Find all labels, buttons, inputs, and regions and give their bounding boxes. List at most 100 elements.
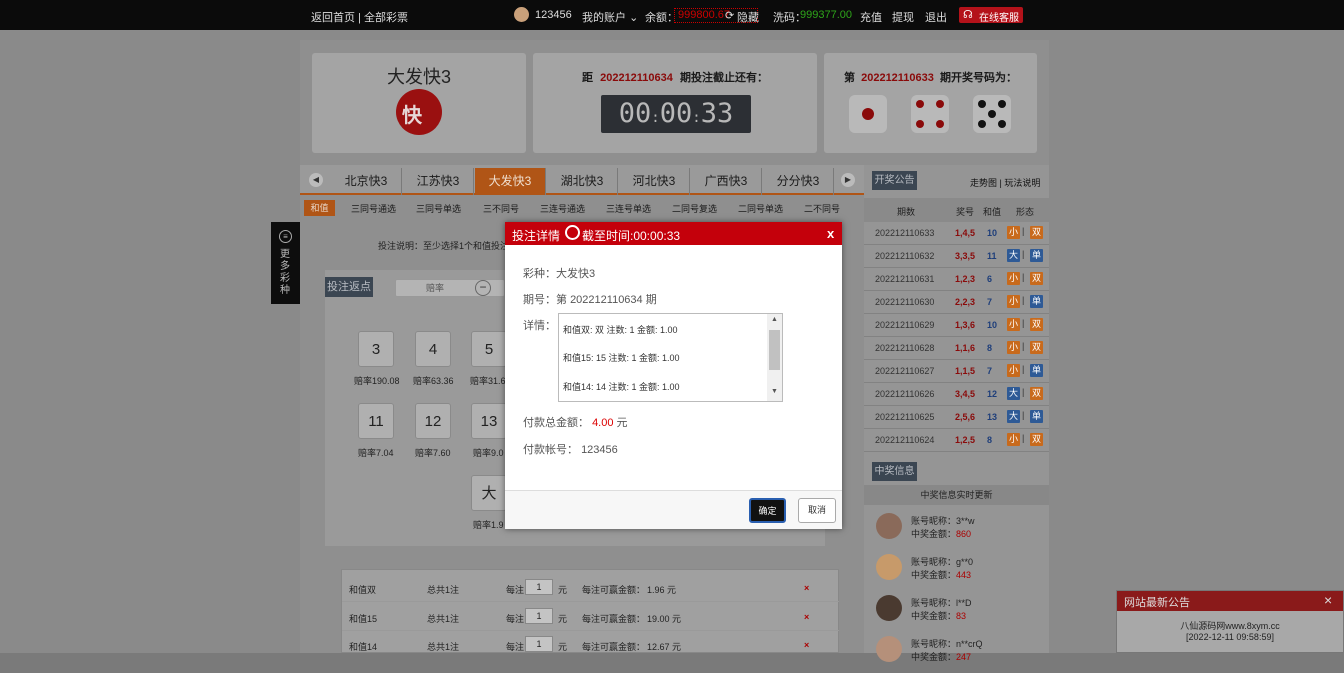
scroll-thumb[interactable] bbox=[769, 330, 780, 370]
timer-minutes: 00 bbox=[659, 98, 693, 129]
close-icon[interactable]: x bbox=[827, 226, 834, 241]
more-lotteries-tab[interactable]: ≡ 更多彩种 bbox=[271, 222, 300, 304]
my-account-label: 我的账户 bbox=[582, 12, 626, 24]
minus-icon[interactable]: − bbox=[475, 280, 491, 296]
subtab-sum[interactable]: 和值 bbox=[304, 200, 335, 216]
logout-link[interactable]: 退出 bbox=[925, 9, 947, 25]
bet-amount-input[interactable]: 1 bbox=[525, 579, 553, 595]
notice-line2: [2022-12-11 09:58:59] bbox=[1186, 632, 1274, 642]
number-12-odds: 赔率7.60 bbox=[415, 448, 451, 458]
subtab-pair-multi[interactable]: 二同号复选 bbox=[672, 202, 717, 215]
history-sum: 7 bbox=[987, 297, 993, 307]
tab-beijing[interactable]: 北京快3 bbox=[331, 168, 402, 195]
announcement-button[interactable]: 开奖公告 bbox=[872, 171, 917, 190]
number-13-button[interactable]: 13 bbox=[471, 403, 507, 439]
bet-row: 和值15 总共1注 每注 1 元 每注可赢金额： 19.00 元 × bbox=[342, 603, 839, 631]
bet-per-label: 每注 bbox=[506, 642, 525, 652]
amount-label: 中奖金额： bbox=[911, 652, 957, 662]
history-size-badge: 小 bbox=[1007, 364, 1020, 377]
top-bar: 返回首页 | 全部彩票 123456 我的账户 ⌄ 余额： 999800.67 … bbox=[0, 0, 1344, 30]
detail-item: 和值双: 双 注数: 1 金额: 1.00 bbox=[563, 325, 678, 335]
confirm-button[interactable]: 确定 bbox=[749, 498, 786, 523]
history-row: 202212110629 1,3,6 10 小 | 双 bbox=[864, 314, 1049, 337]
winners-subtitle: 中奖信息实时更新 bbox=[864, 485, 1049, 505]
history-period: 202212110627 bbox=[875, 366, 935, 376]
subtab-two-diff[interactable]: 二不同号 bbox=[804, 202, 840, 215]
more-lotteries-label: 更多彩种 bbox=[280, 249, 290, 296]
withdraw-link[interactable]: 提现 bbox=[892, 9, 914, 25]
bet-amount-input[interactable]: 1 bbox=[525, 608, 553, 624]
scrollbar[interactable]: ▲ ▼ bbox=[767, 314, 782, 401]
bet-win-label: 每注可赢金额： bbox=[582, 614, 646, 624]
col-period: 期数 bbox=[897, 207, 916, 217]
delete-icon[interactable]: × bbox=[804, 640, 809, 650]
history-size-badge: 大 bbox=[1007, 410, 1020, 423]
tabs-prev-icon[interactable]: ◀ bbox=[309, 173, 323, 187]
total-row: 付款总金额： 4.00 元 bbox=[523, 414, 628, 430]
subtab-straight-single[interactable]: 三连号单选 bbox=[606, 202, 651, 215]
number-11-button[interactable]: 11 bbox=[358, 403, 394, 439]
delete-icon[interactable]: × bbox=[804, 612, 809, 622]
winners-title: 中奖信息 bbox=[872, 462, 917, 481]
history-numbers: 3,4,5 bbox=[955, 389, 976, 399]
rebate-label: 投注返点 bbox=[325, 277, 373, 297]
flow-value: 999377.00 bbox=[800, 9, 852, 21]
chevron-down-icon: ⌄ bbox=[629, 12, 639, 24]
tabs-next-icon[interactable]: ▶ bbox=[841, 173, 855, 187]
tab-fenfen[interactable]: 分分快3 bbox=[763, 168, 834, 195]
number-12-button[interactable]: 12 bbox=[415, 403, 451, 439]
col-form: 形态 bbox=[1016, 207, 1035, 217]
history-row: 202212110625 2,5,6 13 大 | 单 bbox=[864, 406, 1049, 429]
bet-amount-input[interactable]: 1 bbox=[525, 636, 553, 652]
history-row: 202212110628 1,1,6 8 小 | 双 bbox=[864, 337, 1049, 360]
recharge-link[interactable]: 充值 bbox=[860, 9, 882, 25]
subtab-triple-single[interactable]: 三同号单选 bbox=[416, 202, 461, 215]
bet-name: 和值15 bbox=[349, 614, 378, 624]
result-suffix: 期开奖号码为： bbox=[939, 72, 1017, 84]
home-link[interactable]: 返回首页 | 全部彩票 bbox=[311, 9, 408, 25]
refresh-icon[interactable]: ⟳ bbox=[725, 9, 734, 22]
period-value: 202212110634 bbox=[570, 294, 643, 306]
trend-links[interactable]: 走势图 | 玩法说明 bbox=[970, 176, 1040, 189]
delete-icon[interactable]: × bbox=[804, 583, 809, 593]
subtab-pair-single[interactable]: 二同号单选 bbox=[738, 202, 783, 215]
winner-amount: 247 bbox=[956, 652, 972, 662]
number-3-button[interactable]: 3 bbox=[358, 331, 394, 367]
subtab-three-diff[interactable]: 三不同号 bbox=[483, 202, 519, 215]
notice-popup: 网站最新公告 × 八仙源码网www.8xym.cc [2022-12-11 09… bbox=[1116, 590, 1344, 653]
number-4-button[interactable]: 4 bbox=[415, 331, 451, 367]
big-button[interactable]: 大 bbox=[471, 475, 507, 511]
tab-jiangsu[interactable]: 江苏快3 bbox=[403, 168, 474, 195]
avatar bbox=[514, 7, 529, 22]
winner-nick: 3**w bbox=[956, 516, 975, 526]
total-unit: 元 bbox=[616, 417, 628, 429]
winner-nick: g**0 bbox=[956, 557, 974, 567]
cancel-button[interactable]: 取消 bbox=[798, 498, 836, 523]
history-row: 202212110630 2,2,3 7 小 | 单 bbox=[864, 291, 1049, 314]
number-5-button[interactable]: 5 bbox=[471, 331, 507, 367]
tab-guangxi[interactable]: 广西快3 bbox=[691, 168, 762, 195]
tab-dafa[interactable]: 大发快3 bbox=[475, 168, 546, 195]
amount-label: 中奖金额： bbox=[911, 611, 957, 621]
scroll-down-icon[interactable]: ▼ bbox=[771, 388, 778, 395]
hide-balance-button[interactable]: 隐藏 bbox=[737, 9, 759, 25]
service-button[interactable]: ☊ 在线客服 bbox=[959, 7, 1023, 24]
notice-line1[interactable]: 八仙源码网www.8xym.cc bbox=[1117, 619, 1343, 632]
history-row: 202212110633 1,4,5 10 小 | 双 bbox=[864, 222, 1049, 245]
tab-hubei[interactable]: 湖北快3 bbox=[547, 168, 618, 195]
winner-amount: 83 bbox=[956, 611, 967, 621]
big-odds: 赔率1.9 bbox=[473, 520, 504, 530]
my-account-menu[interactable]: 我的账户 ⌄ bbox=[582, 9, 638, 25]
detail-list[interactable]: 和值双: 双 注数: 1 金额: 1.00 和值15: 15 注数: 1 金额:… bbox=[558, 313, 783, 402]
scroll-up-icon[interactable]: ▲ bbox=[771, 316, 778, 323]
bet-total: 总共1注 bbox=[427, 585, 460, 595]
tab-hebei[interactable]: 河北快3 bbox=[619, 168, 690, 195]
lottery-label: 彩种： bbox=[523, 268, 556, 280]
subtab-straight-all[interactable]: 三连号通选 bbox=[540, 202, 585, 215]
notice-close-icon[interactable]: × bbox=[1324, 592, 1332, 608]
winner-nick: n**crQ bbox=[956, 639, 983, 649]
bet-win-value: 19.00 元 bbox=[647, 614, 682, 624]
dialog-footer: 确定 取消 bbox=[505, 490, 842, 529]
subtab-triple-all[interactable]: 三同号通选 bbox=[351, 202, 396, 215]
bet-unit: 元 bbox=[558, 642, 568, 652]
